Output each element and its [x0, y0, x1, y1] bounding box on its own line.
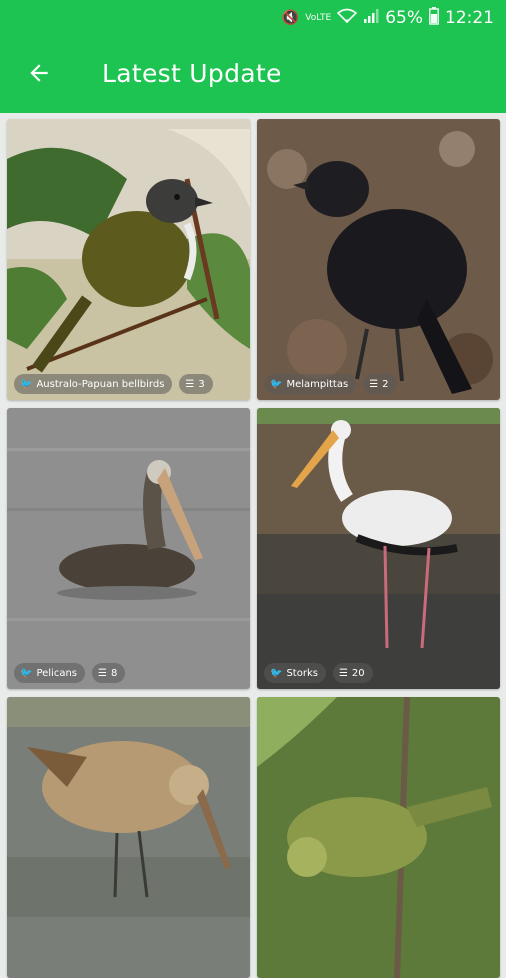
bird-icon: 🐦 — [20, 667, 33, 679]
arrow-back-icon — [30, 64, 48, 82]
back-button[interactable] — [16, 50, 62, 96]
bird-photo — [7, 119, 250, 400]
battery-percent: 65% — [385, 8, 423, 28]
family-chip: 🐦 Melampittas — [264, 374, 357, 394]
bird-icon: 🐦 — [20, 378, 33, 390]
card-chips: 🐦 Australo-Papuan bellbirds ☰ 3 — [14, 374, 213, 394]
list-icon: ☰ — [185, 378, 195, 390]
page-title: Latest Update — [102, 58, 282, 88]
species-grid: 🐦 Australo-Papuan bellbirds ☰ 3 🐦 Melampitt… — [7, 119, 500, 978]
bird-icon: 🐦 — [270, 378, 283, 390]
family-card[interactable]: 🐦 Melampittas ☰ 2 — [257, 119, 500, 400]
bird-icon: 🐦 — [270, 667, 283, 679]
signal-icon — [363, 8, 379, 28]
status-bar: 🔇 VoLTE 65% 12:21 — [0, 0, 506, 36]
mute-icon: 🔇 — [281, 10, 300, 26]
family-chip: 🐦 Storks — [264, 663, 326, 683]
wifi-icon — [336, 8, 358, 28]
bird-photo — [7, 697, 250, 978]
family-card[interactable]: 🐦 Australo-Papuan bellbirds ☰ 3 — [7, 119, 250, 400]
family-card[interactable] — [257, 697, 500, 978]
bird-photo — [257, 697, 500, 978]
list-icon: ☰ — [98, 667, 107, 679]
battery-icon — [429, 7, 439, 29]
card-chips: 🐦 Melampittas ☰ 2 — [264, 374, 397, 394]
count-chip: ☰ 8 — [92, 663, 126, 683]
toolbar: Latest Update — [0, 40, 506, 106]
list-icon: ☰ — [338, 667, 348, 679]
bird-photo — [257, 408, 500, 689]
family-chip: 🐦 Australo-Papuan bellbirds — [14, 374, 173, 394]
count-chip: ☰ 20 — [332, 663, 373, 683]
app-bar: 🔇 VoLTE 65% 12:21 Latest Update — [0, 0, 506, 113]
bird-photo — [257, 119, 500, 400]
count-chip: ☰ 3 — [179, 374, 213, 394]
volte-icon: VoLTE — [305, 12, 332, 23]
clock: 12:21 — [445, 8, 494, 28]
list-icon: ☰ — [369, 378, 379, 390]
family-chip: 🐦 Pelicans — [14, 663, 86, 683]
card-chips: 🐦 Pelicans ☰ 8 — [14, 663, 126, 683]
family-card[interactable]: 🐦 Pelicans ☰ 8 — [7, 408, 250, 689]
family-card[interactable] — [7, 697, 250, 978]
family-card[interactable]: 🐦 Storks ☰ 20 — [257, 408, 500, 689]
bird-photo — [7, 408, 250, 689]
card-chips: 🐦 Storks ☰ 20 — [264, 663, 373, 683]
count-chip: ☰ 2 — [363, 374, 397, 394]
